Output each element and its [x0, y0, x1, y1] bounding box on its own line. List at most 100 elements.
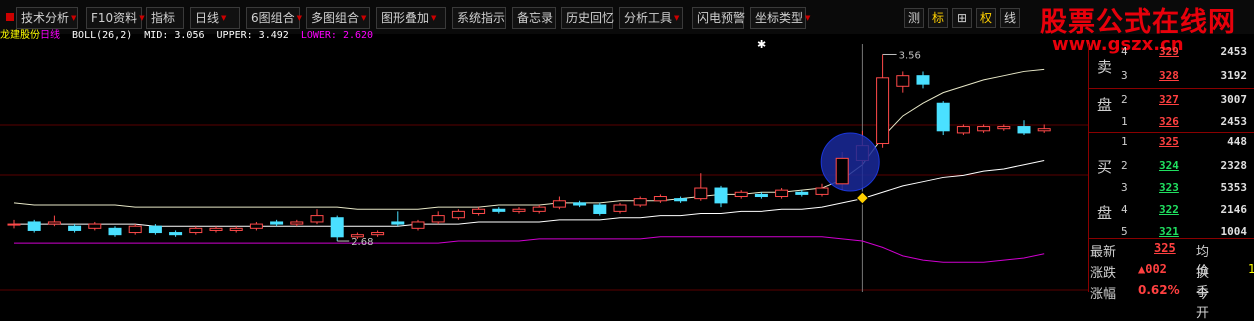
candle [633, 198, 647, 206]
candle [148, 225, 162, 234]
candle [492, 208, 506, 212]
change-value: ▲002 [1138, 262, 1167, 276]
candle [674, 198, 688, 202]
candle [290, 221, 304, 225]
order-price: 323 [1159, 181, 1179, 194]
order-price: 322 [1159, 203, 1179, 216]
order-price: 326 [1159, 115, 1179, 128]
candle [128, 225, 142, 234]
candle [876, 77, 890, 145]
order-volume: 3192 [1220, 69, 1248, 82]
quote-row-range: 涨幅 0.62% 今开 [1090, 283, 1209, 321]
candle [532, 206, 546, 212]
candle [916, 75, 930, 85]
turnover-value: 1 [1248, 262, 1254, 276]
boll-lower-line [14, 236, 1045, 263]
order-row[interactable]: 2 327 3007 [1117, 90, 1254, 112]
order-volume: 5353 [1220, 181, 1248, 194]
order-volume: 1004 [1220, 225, 1248, 238]
candle [1037, 128, 1051, 132]
candle [108, 227, 122, 236]
order-row[interactable]: 1 325 448 [1117, 132, 1254, 154]
candle [795, 191, 809, 195]
candle [7, 223, 21, 226]
candle [249, 223, 263, 229]
candle [1017, 126, 1031, 134]
signal-diamond-icon [855, 191, 870, 205]
highlight-circle [820, 132, 880, 192]
candlestick-chart[interactable]: 3.56 2.68 ✱ [0, 0, 1088, 292]
order-row[interactable]: 3 323 5353 [1117, 178, 1254, 200]
divider-sell [1088, 88, 1254, 89]
candle [936, 102, 950, 132]
divider-quote [1088, 238, 1254, 239]
candle [835, 157, 849, 185]
buy-label-1: 买 [1097, 158, 1113, 176]
candle [977, 126, 991, 132]
boll-mid-line [14, 159, 1045, 227]
order-volume: 3007 [1220, 93, 1248, 106]
candle [653, 196, 667, 202]
low-marker-label: 2.68 [351, 237, 373, 248]
order-level: 3 [1121, 69, 1128, 82]
candle [391, 221, 405, 225]
candle [896, 75, 910, 87]
order-row[interactable]: 4 322 2146 [1117, 200, 1254, 222]
star-icon: ✱ [757, 38, 766, 51]
order-level: 1 [1121, 115, 1128, 128]
order-price: 327 [1159, 93, 1179, 106]
range-label: 涨幅 [1090, 287, 1117, 302]
order-level: 2 [1121, 93, 1128, 106]
candle [47, 221, 61, 225]
candle [209, 227, 223, 231]
candle [229, 227, 243, 231]
order-volume: 2453 [1220, 115, 1248, 128]
order-level: 4 [1121, 45, 1128, 58]
order-row[interactable]: 5 321 1004 [1117, 222, 1254, 244]
candle [714, 187, 728, 204]
candle [330, 217, 344, 238]
candle [371, 232, 385, 236]
order-volume: 448 [1227, 135, 1247, 148]
candle [512, 208, 526, 212]
order-price: 325 [1159, 135, 1179, 148]
candle [734, 191, 748, 198]
latest-label: 最新 [1090, 245, 1117, 260]
change-label: 涨跌 [1090, 266, 1117, 281]
order-row[interactable]: 4 329 2453 [1117, 42, 1254, 64]
candle [68, 225, 82, 231]
order-row[interactable]: 2 324 2328 [1117, 156, 1254, 178]
boll-upper-line [13, 68, 1045, 210]
order-row[interactable]: 3 328 3192 [1117, 66, 1254, 88]
order-level: 3 [1121, 181, 1128, 194]
quote-row-latest: 最新 325 均价 [1090, 241, 1209, 279]
order-level: 1 [1121, 135, 1128, 148]
candle [775, 189, 789, 198]
candle [593, 204, 607, 214]
quote-row-change: 涨跌 ▲002 换手 1 [1090, 262, 1254, 300]
order-volume: 2328 [1220, 159, 1248, 172]
candle [613, 204, 627, 212]
candle [552, 200, 566, 208]
candle [169, 232, 183, 236]
order-level: 2 [1121, 159, 1128, 172]
candle [88, 223, 102, 229]
sell-label-2: 盘 [1097, 96, 1113, 114]
candle [411, 221, 425, 229]
order-price: 329 [1159, 45, 1179, 58]
candle [189, 227, 203, 234]
sell-label-1: 卖 [1097, 58, 1113, 76]
buy-label-2: 盘 [1097, 204, 1113, 222]
order-volume: 2453 [1220, 45, 1248, 58]
candle [431, 215, 445, 223]
order-level: 4 [1121, 203, 1128, 216]
candle [956, 126, 970, 134]
order-price: 328 [1159, 69, 1179, 82]
candle [815, 187, 829, 195]
order-row[interactable]: 1 326 2453 [1117, 112, 1254, 134]
candle [997, 126, 1011, 130]
order-level: 5 [1121, 225, 1128, 238]
order-price: 324 [1159, 159, 1179, 172]
range-value: 0.62% [1138, 283, 1180, 297]
candle [573, 202, 587, 206]
